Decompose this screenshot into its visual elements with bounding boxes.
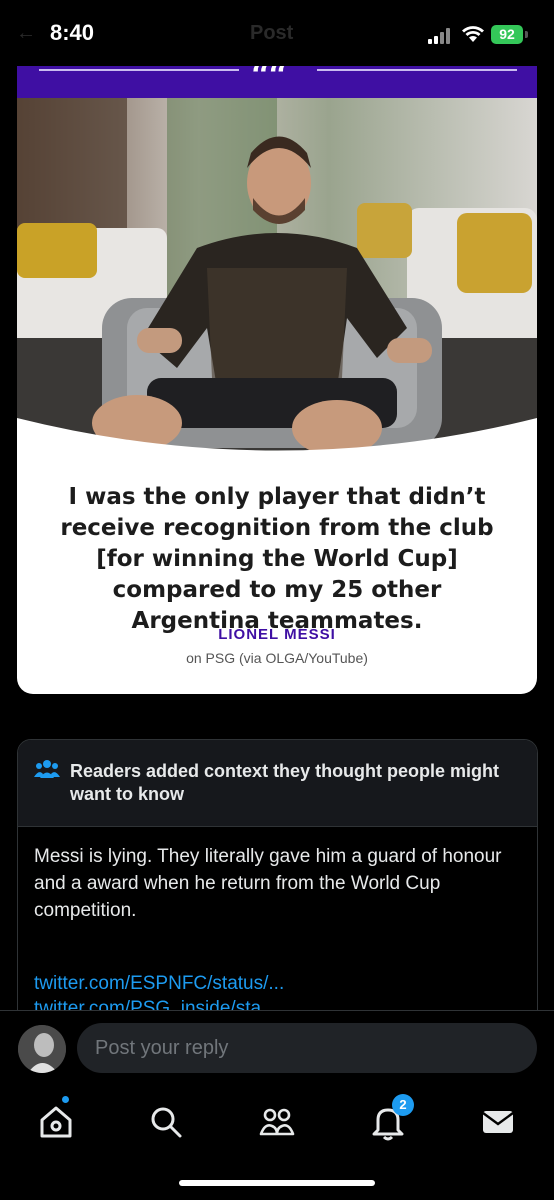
header-divider-left [39,69,239,71]
back-arrow-icon[interactable]: ← [16,22,36,45]
battery-indicator: 92 [491,25,523,44]
mail-icon [482,1111,514,1133]
context-title: Readers added context they thought peopl… [70,761,500,804]
player-photo [17,98,537,458]
reply-bar [0,1010,554,1089]
communities-icon [259,1108,295,1136]
context-header: Readers added context they thought peopl… [18,740,537,827]
reply-input[interactable] [77,1023,537,1073]
tab-communities[interactable] [257,1102,297,1142]
readers-context-box: Readers added context they thought peopl… [17,739,538,1041]
avatar[interactable] [18,1025,66,1073]
tab-home[interactable] [36,1102,76,1142]
context-link-espnfc[interactable]: twitter.com/ESPNFC/status/... [34,973,284,995]
battery-tip [525,31,528,38]
quote-author: LIONEL MESSI [218,626,336,643]
page-title: Post [250,22,294,44]
quote-text: I was the only player that didn’t receiv… [60,484,494,634]
notification-count-badge: 2 [392,1094,414,1116]
home-indicator[interactable] [179,1180,375,1186]
status-bar: ← 8:40 Post 92 [0,0,554,66]
quote-card-image[interactable]: ““ I was the only player that didn’t rec… [17,50,537,694]
search-icon [151,1107,182,1138]
home-unread-dot [62,1096,69,1103]
context-body-text: Messi is lying. They literally gave him … [34,846,502,921]
quote-source: on PSG (via OLGA/YouTube) [186,650,368,666]
home-icon [40,1106,72,1138]
people-icon [34,760,60,778]
cellular-signal-icon [428,28,454,44]
tab-messages[interactable] [478,1102,518,1142]
wifi-icon [462,26,484,42]
status-time: 8:40 [50,20,95,45]
tab-search[interactable] [146,1102,186,1142]
header-divider-right [317,69,517,71]
